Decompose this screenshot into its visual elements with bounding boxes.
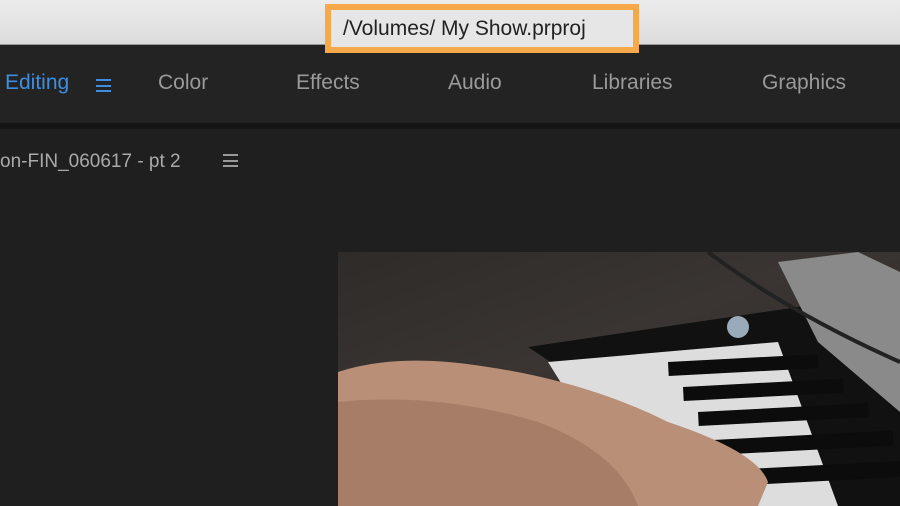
project-path-highlight: /Volumes/ My Show.prproj: [325, 4, 639, 53]
tab-effects[interactable]: Effects: [296, 71, 360, 95]
tab-graphics[interactable]: Graphics: [762, 71, 846, 95]
project-path: /Volumes/ My Show.prproj: [343, 16, 586, 40]
video-frame: [338, 252, 900, 506]
tab-libraries[interactable]: Libraries: [592, 71, 673, 95]
workspace-menu-icon[interactable]: [96, 79, 111, 92]
tab-color[interactable]: Color: [158, 71, 208, 95]
panel-menu-icon[interactable]: [223, 154, 238, 167]
workspace-bar: Editing Color Effects Audio Libraries Gr…: [0, 45, 900, 123]
tab-audio[interactable]: Audio: [448, 71, 502, 95]
sequence-title[interactable]: on-FIN_060617 - pt 2: [0, 151, 181, 173]
piano-hands-image: [338, 252, 900, 506]
program-monitor-panel: on-FIN_060617 - pt 2: [0, 129, 900, 506]
tab-editing[interactable]: Editing: [5, 71, 69, 95]
